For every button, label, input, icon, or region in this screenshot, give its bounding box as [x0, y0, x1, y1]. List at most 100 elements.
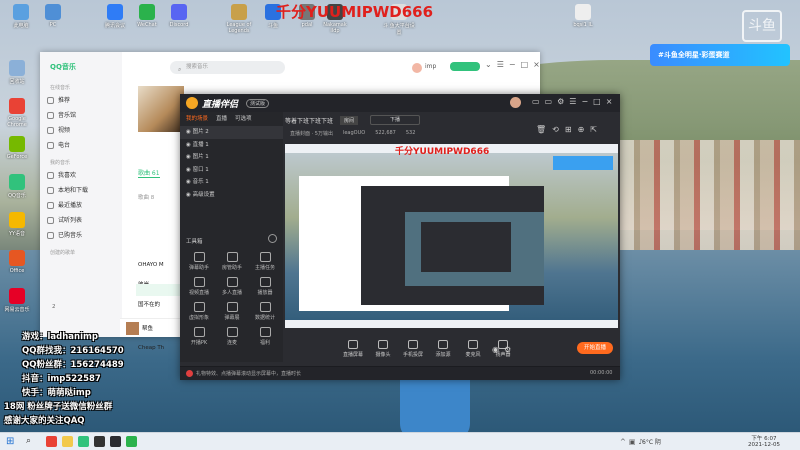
tool-button[interactable]: 主播任务	[250, 252, 280, 271]
source-button[interactable]: 麦克风	[460, 340, 486, 358]
qqmusic-username[interactable]: imp	[425, 63, 436, 70]
tool-label: 播放器	[257, 290, 273, 296]
scene-item[interactable]: ◉ 图片 1	[180, 151, 283, 164]
desktop-icon[interactable]: League of Legends	[222, 4, 256, 34]
start-live-button[interactable]: 开始直播	[577, 342, 613, 354]
avatar[interactable]	[412, 63, 422, 73]
desktop-icon[interactable]: 回收站	[0, 60, 34, 85]
preview-banner	[553, 156, 613, 170]
tool-label: 主播任务	[254, 265, 275, 271]
stream-watermark: 千分YUUMIPWD666	[276, 3, 434, 21]
desktop-icon[interactable]: PC	[36, 4, 70, 28]
clock[interactable]: 下午 6:07 2021-12-05	[748, 434, 780, 448]
app-icon	[231, 4, 247, 20]
qqmusic-taskbar-icon[interactable]	[78, 436, 89, 447]
settings-icons[interactable]: ◉⚙	[492, 345, 516, 354]
sidebar-item[interactable]: 视频	[40, 123, 122, 138]
source-button[interactable]: 摄像头	[370, 340, 396, 358]
tool-button[interactable]: 弹幕助手	[184, 252, 214, 271]
desktop-icon[interactable]: GeForce	[0, 136, 34, 160]
tool-button[interactable]: 开播PK	[184, 327, 214, 346]
search-icon[interactable]: ⌕	[26, 436, 31, 446]
playlist-cover[interactable]	[138, 86, 184, 132]
desktop-icon[interactable]: Discord	[162, 4, 196, 28]
start-icon[interactable]: ⊞	[6, 436, 14, 447]
desktop-icon[interactable]: 网易云音乐	[0, 288, 34, 313]
sidebar-item[interactable]: 最近播放	[40, 198, 122, 213]
vip-badge[interactable]	[450, 62, 480, 71]
source-button[interactable]: 手机投屏	[400, 340, 426, 358]
live-toolbar-icons[interactable]: 🗑⟲⊞⊕⇱	[536, 125, 603, 134]
desktop-icon-label: League of Legends	[226, 22, 252, 34]
tool-icon	[259, 277, 271, 287]
scene-item[interactable]: ◉ 直播 1	[180, 139, 283, 152]
qqmusic-search-input[interactable]: 搜索音乐	[170, 61, 285, 74]
now-playing-title: 帮鱼	[142, 326, 154, 332]
tool-button[interactable]: 视频直播	[184, 277, 214, 296]
live-taskbar-icon[interactable]	[110, 436, 121, 447]
scene-item[interactable]: ◉ 窗口 1	[180, 164, 283, 177]
chrome-icon[interactable]	[46, 436, 57, 447]
live-avatar[interactable]	[510, 97, 521, 108]
app-icon	[9, 288, 25, 304]
stream-preview: 千分YUUMIPWD666	[285, 144, 618, 328]
desktop-icon[interactable]: Google Chrome	[0, 98, 34, 128]
clock-date: 2021-12-05	[748, 442, 780, 448]
weather[interactable]: 6°C 阴	[642, 437, 661, 446]
tab-songs[interactable]: 歌曲 61	[138, 168, 160, 178]
tool-button[interactable]: 播放器	[250, 277, 280, 296]
sidebar-item[interactable]: 推荐	[40, 93, 122, 108]
scene-item[interactable]: ◉ 高级设置	[180, 189, 283, 202]
live-tab[interactable]: 直播	[216, 116, 227, 122]
folder-icon[interactable]	[62, 436, 73, 447]
sidebar-item[interactable]: 试听列表	[40, 213, 122, 228]
nav-icon	[47, 97, 54, 104]
tool-button[interactable]: 虚拟形象	[184, 302, 214, 321]
scene-item[interactable]: ◉ 图片 2	[180, 126, 283, 139]
song-title[interactable]: Cheap Th	[138, 345, 164, 351]
tool-button[interactable]: 弹幕展	[217, 302, 247, 321]
desktop-icon[interactable]: 腾讯会议	[98, 4, 132, 29]
song-title[interactable]: 国不在的	[138, 300, 160, 308]
sidebar-item[interactable]: 已购音乐	[40, 228, 122, 243]
sidebar-item[interactable]: 音乐馆	[40, 108, 122, 123]
desktop-icon[interactable]: QQ音乐	[0, 174, 34, 199]
tool-button[interactable]: 福利	[250, 327, 280, 346]
qqmusic-window-controls[interactable]: ⌄☰−□×	[485, 60, 545, 69]
desktop-icon-label: QQ音乐	[8, 193, 26, 199]
live-window-controls[interactable]: ▭▭⚙☰−□×	[532, 97, 617, 106]
overlay-line: QQ群找我：216164570	[22, 346, 124, 356]
sidebar-item[interactable]: 我喜欢	[40, 168, 122, 183]
desktop-icon[interactable]: bqsi1 IL	[566, 4, 600, 28]
room-chip[interactable]: 房间	[340, 116, 359, 125]
desktop-icon[interactable]: 此电脑	[4, 4, 38, 29]
end-stream-tag[interactable]: 下播	[370, 115, 420, 125]
tool-button[interactable]: 连麦	[217, 327, 247, 346]
song-title[interactable]: OHAYO M	[138, 262, 164, 268]
source-button[interactable]: 添加源	[430, 340, 456, 358]
desktop-icon-label: Office	[9, 268, 25, 274]
source-button[interactable]: 直播屏幕	[340, 340, 366, 358]
overlay-line: 感谢大家的关注QAQ	[4, 416, 85, 426]
tool-icon	[193, 277, 205, 287]
live-companion-window[interactable]: 直播伴侣 测试版 ▭▭⚙☰−□× 我的场景 直播 可选项 ◉ 图片 2 ◉ 直播 1 ◉…	[180, 94, 620, 380]
tool-button[interactable]: 房管助手	[217, 252, 247, 271]
sidebar-item[interactable]: 电台	[40, 138, 122, 153]
nav-icon	[47, 112, 54, 119]
desktop-icon[interactable]: Office	[0, 250, 34, 274]
song-row-active[interactable]	[136, 284, 180, 296]
now-playing-cover[interactable]	[126, 322, 139, 335]
sidebar-item[interactable]: 本地和下载	[40, 183, 122, 198]
desktop-icon[interactable]: WeChat	[130, 4, 164, 28]
source-label: 直播屏幕	[342, 352, 363, 358]
app-taskbar-icon[interactable]	[94, 436, 105, 447]
more-icon[interactable]	[268, 234, 277, 243]
wechat-taskbar-icon[interactable]	[126, 436, 137, 447]
scene-item[interactable]: ◉ 音乐 1	[180, 176, 283, 189]
tool-button[interactable]: 数据统计	[250, 302, 280, 321]
scene-label: 图片 2	[192, 129, 209, 135]
desktop-icon[interactable]: YY语音	[0, 212, 34, 237]
tool-button[interactable]: 多人直播	[217, 277, 247, 296]
live-tab[interactable]: 可选项	[235, 116, 252, 122]
live-tab[interactable]: 我的场景	[186, 116, 208, 122]
